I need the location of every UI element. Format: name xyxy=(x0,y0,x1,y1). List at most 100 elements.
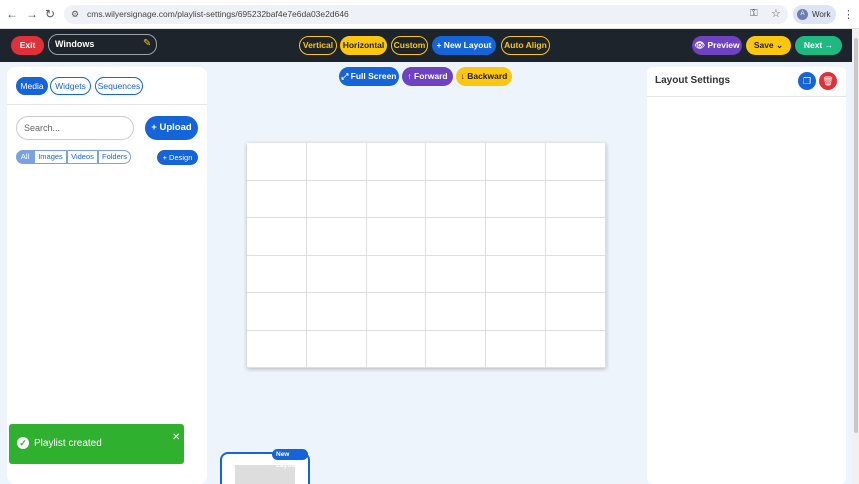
grid-cell[interactable] xyxy=(306,330,367,368)
layout-badge: New Layout xyxy=(272,449,308,469)
grid-cell[interactable] xyxy=(486,293,547,331)
editor-toolbar: Exit Windows ✎ Vertical Horizontal Custo… xyxy=(0,29,852,62)
layout-thumbnail[interactable]: New Layout xyxy=(220,449,310,484)
divider xyxy=(7,104,207,105)
close-icon[interactable]: ✕ xyxy=(172,432,180,443)
preview-label: Preview xyxy=(707,40,740,50)
design-button[interactable]: + Design xyxy=(157,150,198,165)
grid-cell[interactable] xyxy=(366,330,427,368)
next-label: Next xyxy=(803,40,823,50)
copy-icon[interactable]: ❐ xyxy=(798,72,816,90)
grid-cell[interactable] xyxy=(426,330,487,368)
grid-cell[interactable] xyxy=(426,293,487,331)
check-circle-icon: ✓ xyxy=(17,437,29,449)
save-label: Save xyxy=(753,40,774,50)
filter-folders[interactable]: Folders xyxy=(98,150,131,164)
profile-chip[interactable]: A Work xyxy=(793,5,836,24)
grid-cell[interactable] xyxy=(366,143,427,181)
arrow-up-icon: ↑ xyxy=(407,71,412,81)
preview-button[interactable]: 👁 Preview xyxy=(692,36,742,55)
exit-button[interactable]: Exit xyxy=(11,36,44,55)
arrow-right-icon[interactable]: → xyxy=(26,7,38,21)
grid-cell[interactable] xyxy=(366,293,427,331)
grid-cell[interactable] xyxy=(247,143,307,181)
more-menu-icon[interactable]: ⋮ xyxy=(843,8,854,21)
full-screen-button[interactable]: ⤢ Full Screen xyxy=(339,67,399,86)
orientation-horizontal-button[interactable]: Horizontal xyxy=(340,36,387,55)
grid-cell[interactable] xyxy=(426,180,487,218)
grid-cell[interactable] xyxy=(306,143,367,181)
upload-button[interactable]: + Upload xyxy=(145,116,198,140)
arrow-left-icon[interactable]: ← xyxy=(6,7,18,21)
chevron-down-icon: ⌄ xyxy=(776,40,784,50)
auto-align-button[interactable]: Auto Align xyxy=(501,36,550,55)
grid-cell[interactable] xyxy=(486,255,547,293)
grid-cell[interactable] xyxy=(366,218,427,256)
url-text: cms.wilyersignage.com/playlist-settings/… xyxy=(87,9,349,19)
layout-settings-panel: Layout Settings ❐ 🗑 xyxy=(647,67,846,484)
eye-icon: 👁 xyxy=(694,40,706,50)
grid-cell[interactable] xyxy=(546,143,606,181)
next-button[interactable]: Next → xyxy=(795,36,842,55)
grid-cell[interactable] xyxy=(486,143,547,181)
grid-cell[interactable] xyxy=(247,255,307,293)
trash-icon[interactable]: 🗑 xyxy=(819,72,837,90)
forward-label: Forward xyxy=(414,71,448,81)
grid-cell[interactable] xyxy=(546,293,606,331)
grid-cell[interactable] xyxy=(247,180,307,218)
divider xyxy=(647,96,846,97)
filter-all[interactable]: All xyxy=(16,150,34,164)
grid-cell[interactable] xyxy=(306,293,367,331)
filter-videos[interactable]: Videos xyxy=(67,150,98,164)
grid-cell[interactable] xyxy=(546,255,606,293)
grid-cell[interactable] xyxy=(366,255,427,293)
orientation-custom-button[interactable]: Custom xyxy=(391,36,428,55)
reload-icon[interactable]: ↻ xyxy=(45,7,55,21)
save-button[interactable]: Save ⌄ xyxy=(746,36,791,55)
grid-cell[interactable] xyxy=(546,330,606,368)
toast-notification: ✓ Playlist created ✕ xyxy=(9,424,184,464)
grid-cell[interactable] xyxy=(546,180,606,218)
grid-cell[interactable] xyxy=(306,255,367,293)
grid-cell[interactable] xyxy=(426,218,487,256)
filter-images[interactable]: Images xyxy=(34,150,67,164)
site-settings-icon[interactable]: ⚙ xyxy=(71,9,79,20)
browser-chrome: ← → ↻ ⚙ cms.wilyersignage.com/playlist-s… xyxy=(0,0,859,29)
grid-cell[interactable] xyxy=(247,330,307,368)
new-layout-button[interactable]: + New Layout xyxy=(432,36,496,55)
layout-settings-title: Layout Settings xyxy=(655,75,731,86)
forward-button[interactable]: ↑ Forward xyxy=(402,67,453,86)
password-key-icon[interactable]: ⚿ xyxy=(750,8,758,19)
expand-icon: ⤢ xyxy=(341,71,349,81)
backward-button[interactable]: ↓ Backward xyxy=(456,67,512,86)
media-panel: Media Widgets Sequences Search... + Uplo… xyxy=(7,67,207,484)
grid-cell[interactable] xyxy=(546,218,606,256)
tab-widgets[interactable]: Widgets xyxy=(50,77,91,95)
grid-cell[interactable] xyxy=(306,180,367,218)
playlist-name: Windows xyxy=(55,39,95,49)
toast-message: Playlist created xyxy=(34,438,102,449)
full-screen-label: Full Screen xyxy=(350,71,397,81)
orientation-vertical-button[interactable]: Vertical xyxy=(299,36,337,55)
grid-cell[interactable] xyxy=(486,218,547,256)
backward-label: Backward xyxy=(467,71,508,81)
tab-sequences[interactable]: Sequences xyxy=(95,77,143,95)
search-input[interactable]: Search... xyxy=(16,116,134,140)
grid-cell[interactable] xyxy=(426,143,487,181)
grid-cell[interactable] xyxy=(486,330,547,368)
grid-cell[interactable] xyxy=(426,255,487,293)
layout-canvas[interactable] xyxy=(247,143,606,368)
grid-cell[interactable] xyxy=(247,218,307,256)
grid-cell[interactable] xyxy=(486,180,547,218)
address-bar[interactable]: ⚙ cms.wilyersignage.com/playlist-setting… xyxy=(64,5,788,24)
grid-cell[interactable] xyxy=(366,180,427,218)
tab-media[interactable]: Media xyxy=(16,77,48,95)
playlist-name-field[interactable]: Windows ✎ xyxy=(48,34,157,55)
scrollbar-thumb[interactable] xyxy=(854,38,858,433)
profile-name: Work xyxy=(812,10,831,19)
grid-cell[interactable] xyxy=(247,293,307,331)
arrow-down-icon: ↓ xyxy=(460,71,465,81)
bookmark-star-icon[interactable]: ☆ xyxy=(771,7,781,20)
pencil-icon[interactable]: ✎ xyxy=(143,38,151,49)
grid-cell[interactable] xyxy=(306,218,367,256)
